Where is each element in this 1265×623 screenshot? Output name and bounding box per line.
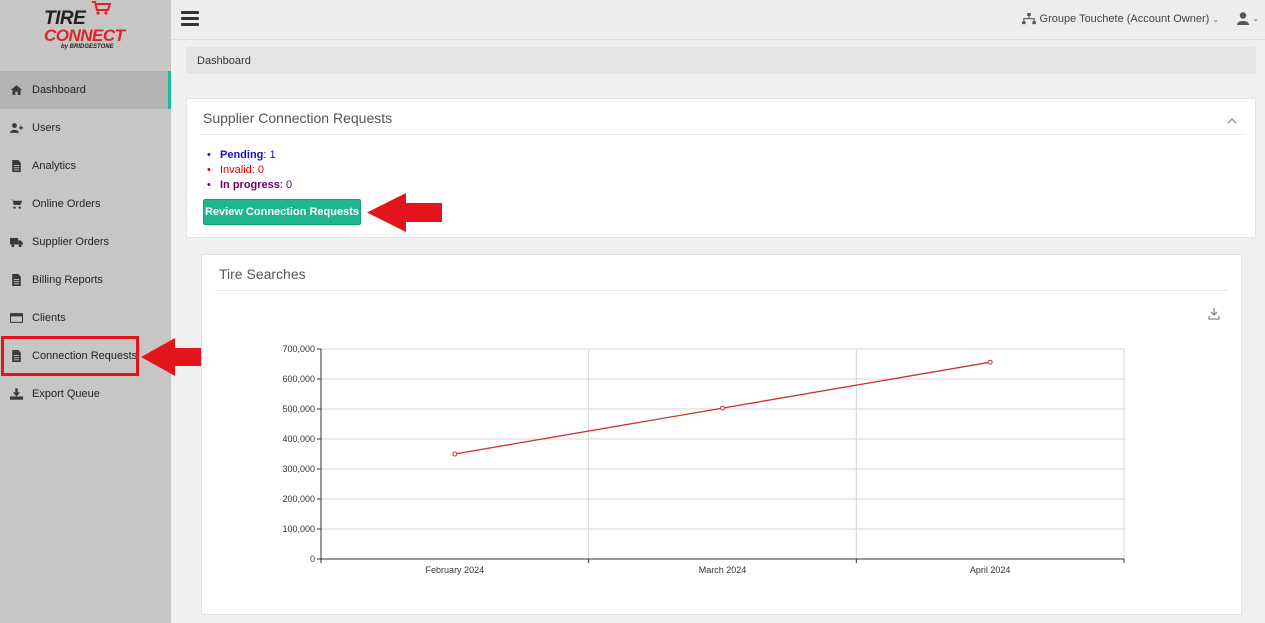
tire-searches-panel: Tire Searches 0 100,000 200,000 300,000 400,… [201, 254, 1242, 615]
data-point [452, 451, 458, 457]
file-icon [9, 160, 23, 172]
supplier-connection-requests-panel: Supplier Connection Requests Pending: 1 … [186, 98, 1256, 238]
panel-title: Supplier Connection Requests [203, 110, 393, 126]
x-tick-label: April 2024 [970, 565, 1011, 575]
x-tick-label: March 2024 [699, 565, 747, 575]
collapse-chevron-up-icon[interactable] [1227, 113, 1237, 124]
tire-searches-line-chart: 0 100,000 200,000 300,000 400,000 500,000 600,… [282, 344, 1125, 575]
status-label: Pending [220, 149, 264, 161]
status-label: In progress [220, 179, 280, 191]
tire-connect-logo[interactable]: TIRE CONNECT by BRIDGESTONE [0, 0, 171, 72]
truck-icon [9, 236, 23, 248]
data-point [987, 359, 993, 365]
user-icon [1237, 12, 1250, 25]
sidebar-item-dashboard[interactable]: Dashboard [0, 71, 171, 109]
sidebar-item-label: Users [32, 122, 61, 134]
sidebar-item-label: Billing Reports [32, 274, 103, 286]
account-label: Groupe Touchete (Account Owner) [1039, 13, 1210, 25]
sidebar: TIRE CONNECT by BRIDGESTONE Dashboard Us… [0, 0, 171, 623]
connection-requests-highlight [1, 336, 139, 376]
status-count: 0 [286, 179, 293, 191]
sidebar-item-label: Analytics [32, 160, 77, 172]
status-invalid: Invalid: 0 [207, 163, 292, 178]
review-connection-requests-button[interactable]: Review Connection Requests [203, 199, 361, 225]
x-tick-label: February 2024 [426, 565, 485, 575]
chevron-down-icon: ⌄ [1212, 14, 1219, 24]
y-tick-label: 300,000 [282, 464, 315, 474]
y-tick-label: 0 [310, 554, 315, 564]
chevron-down-icon: ⌄ [1252, 14, 1259, 23]
y-tick-label: 500,000 [282, 404, 315, 414]
hamburger-menu-icon[interactable] [181, 11, 199, 26]
divider [200, 134, 1243, 135]
sidebar-item-label: Export Queue [32, 388, 100, 400]
y-tick-label: 600,000 [282, 374, 315, 384]
sitemap-icon [1021, 13, 1036, 25]
status-list: Pending: 1 Invalid: 0 In progress: 0 [207, 148, 293, 193]
sidebar-item-analytics[interactable]: Analytics [0, 147, 171, 185]
logo-text-connect: CONNECT [44, 26, 125, 45]
user-plus-icon [9, 122, 23, 134]
account-selector[interactable]: Groupe Touchete (Account Owner) ⌄ [1021, 13, 1219, 25]
status-label: Invalid [220, 164, 252, 176]
data-point [720, 405, 725, 411]
home-icon [9, 84, 23, 96]
user-menu[interactable]: ⌄ [1237, 12, 1259, 25]
annotation-arrow-button [367, 193, 443, 235]
sidebar-item-clients[interactable]: Clients [0, 299, 171, 337]
y-tick-label: 200,000 [282, 494, 315, 504]
sidebar-item-label: Dashboard [32, 84, 86, 96]
sidebar-item-export-queue[interactable]: Export Queue [0, 375, 171, 413]
sidebar-item-supplier-orders[interactable]: Supplier Orders [0, 223, 171, 261]
logo-byline: by BRIDGESTONE [61, 44, 114, 50]
status-count: 1 [269, 149, 276, 161]
breadcrumb-current: Dashboard [197, 55, 251, 67]
status-pending: Pending: 1 [207, 148, 292, 163]
cart-icon [9, 198, 23, 210]
breadcrumb: Dashboard [186, 47, 1256, 74]
y-tick-label: 700,000 [282, 344, 315, 354]
status-in-progress: In progress: 0 [207, 178, 293, 193]
y-tick-label: 100,000 [282, 524, 315, 534]
sidebar-item-billing-reports[interactable]: Billing Reports [0, 261, 171, 299]
cart-logo-icon [92, 1, 112, 15]
download-icon [9, 388, 23, 400]
y-tick-label: 400,000 [282, 434, 315, 444]
sidebar-item-label: Online Orders [32, 198, 101, 210]
sidebar-item-label: Supplier Orders [32, 236, 110, 248]
sidebar-item-online-orders[interactable]: Online Orders [0, 185, 171, 223]
status-count: 0 [257, 164, 265, 176]
file-icon [9, 274, 23, 286]
top-bar: Groupe Touchete (Account Owner) ⌄ ⌄ [171, 0, 1265, 40]
credit-card-icon [9, 312, 23, 324]
sidebar-item-label: Clients [32, 312, 66, 324]
sidebar-item-users[interactable]: Users [0, 109, 171, 147]
